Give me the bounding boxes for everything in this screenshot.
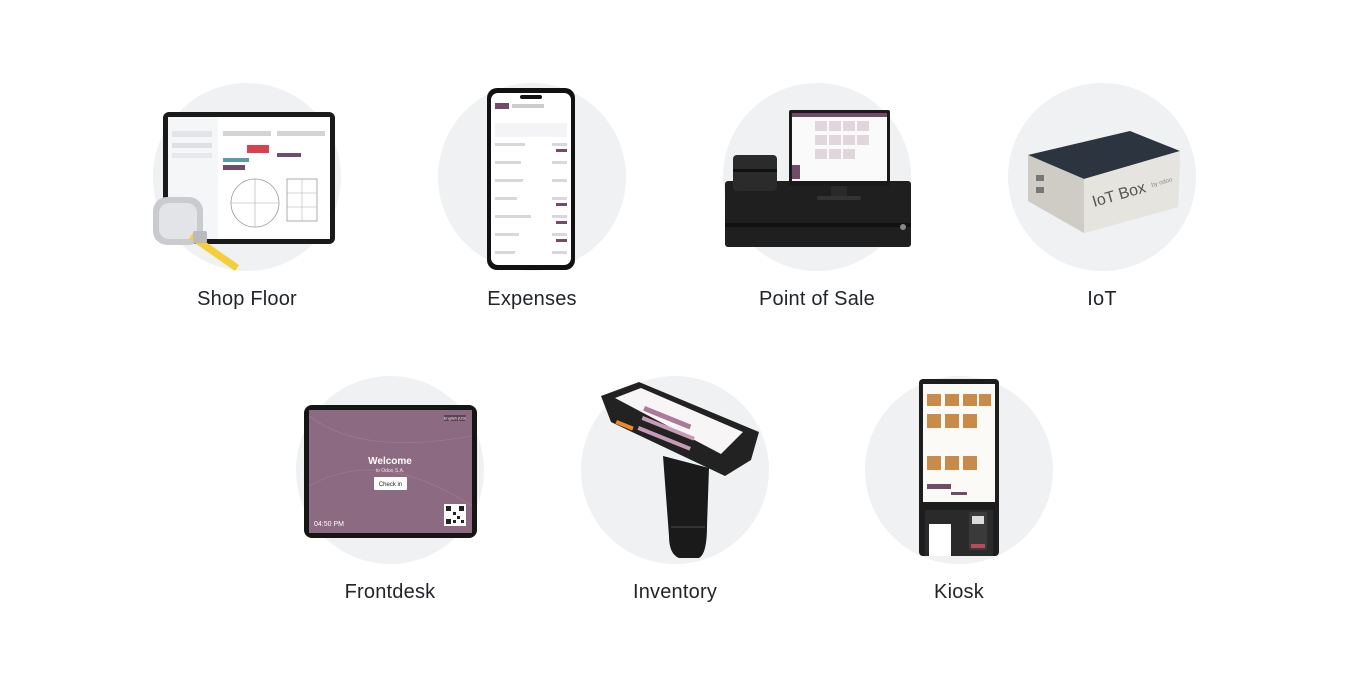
app-label-shop-floor: Shop Floor <box>197 288 297 310</box>
checkin-button-text: Check in <box>379 482 402 488</box>
app-label-frontdesk: Frontdesk <box>344 581 436 603</box>
smartphone-expenses-icon <box>487 88 575 270</box>
app-label-kiosk: Kiosk <box>934 581 984 603</box>
app-label-iot: IoT <box>1087 288 1117 310</box>
iot-box-icon: IoT Box by odoo <box>1028 131 1180 233</box>
self-order-kiosk-icon <box>919 379 999 556</box>
app-label-point-of-sale: Point of Sale <box>758 288 875 310</box>
pos-terminal-icon <box>725 110 911 247</box>
frontdesk-tablet-icon: English (US) Welcome to Odoo S.A. Check … <box>304 405 477 538</box>
app-label-expenses: Expenses <box>487 288 577 310</box>
app-label-inventory: Inventory <box>632 581 718 603</box>
hardware-grid: Shop Floor Expenses Point of Sale IoT Bo… <box>0 0 1345 675</box>
tablet-tape-measure-icon <box>153 112 335 271</box>
clock-text: 04:50 PM <box>314 521 344 528</box>
welcome-text: Welcome <box>368 456 412 467</box>
language-selector: English (US) <box>444 416 467 421</box>
company-text: to Odoo S.A. <box>376 468 405 474</box>
barcode-scanner-icon <box>601 382 759 558</box>
